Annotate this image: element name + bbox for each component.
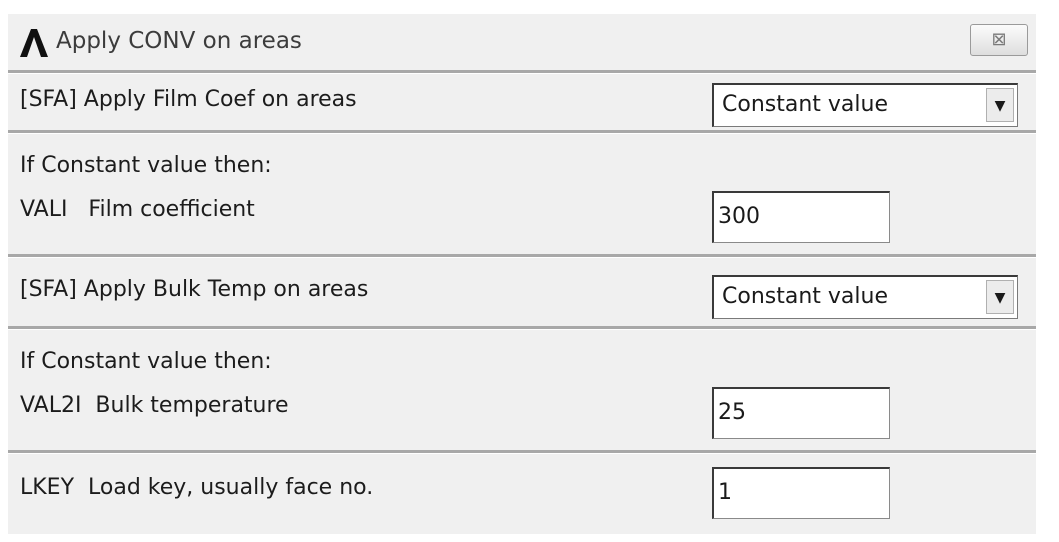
bulk-constant-row: If Constant value then: VAL2I Bulk tempe… [8, 326, 1036, 453]
film-constant-row: If Constant value then: VALI Film coeffi… [8, 130, 1036, 257]
bulk-apply-select[interactable]: Constant value ▼ [712, 275, 1018, 319]
close-button[interactable]: ⊠ [970, 24, 1028, 56]
film-coefficient-input[interactable]: 300 [712, 191, 890, 243]
bulk-apply-selected: Constant value [722, 284, 888, 309]
bulk-temperature-label: VAL2I Bulk temperature [20, 393, 289, 418]
film-coefficient-label: VALI Film coefficient [20, 197, 255, 222]
load-key-row: LKEY Load key, usually face no. 1 [8, 450, 1036, 537]
bulk-apply-row: [SFA] Apply Bulk Temp on areas Constant … [8, 254, 1036, 329]
film-coefficient-value: 300 [718, 204, 760, 229]
film-apply-selected: Constant value [722, 92, 888, 117]
film-apply-label: [SFA] Apply Film Coef on areas [20, 87, 357, 112]
window-title: Apply CONV on areas [56, 28, 302, 54]
film-constant-heading: If Constant value then: [20, 153, 272, 178]
load-key-value: 1 [718, 480, 732, 505]
load-key-input[interactable]: 1 [712, 467, 890, 519]
chevron-down-icon[interactable]: ▼ [986, 88, 1014, 122]
bulk-constant-heading: If Constant value then: [20, 349, 272, 374]
apply-conv-dialog: Apply CONV on areas ⊠ [SFA] Apply Film C… [8, 14, 1036, 534]
load-key-label: LKEY Load key, usually face no. [20, 475, 374, 500]
bulk-temperature-input[interactable]: 25 [712, 387, 890, 439]
bulk-apply-label: [SFA] Apply Bulk Temp on areas [20, 277, 369, 302]
ansys-logo-icon [20, 29, 48, 57]
chevron-down-icon[interactable]: ▼ [986, 280, 1014, 314]
bulk-temperature-value: 25 [718, 400, 746, 425]
film-apply-row: [SFA] Apply Film Coef on areas Constant … [8, 70, 1036, 133]
close-icon: ⊠ [991, 29, 1007, 50]
film-apply-select[interactable]: Constant value ▼ [712, 83, 1018, 127]
title-bar: Apply CONV on areas ⊠ [8, 14, 1036, 70]
